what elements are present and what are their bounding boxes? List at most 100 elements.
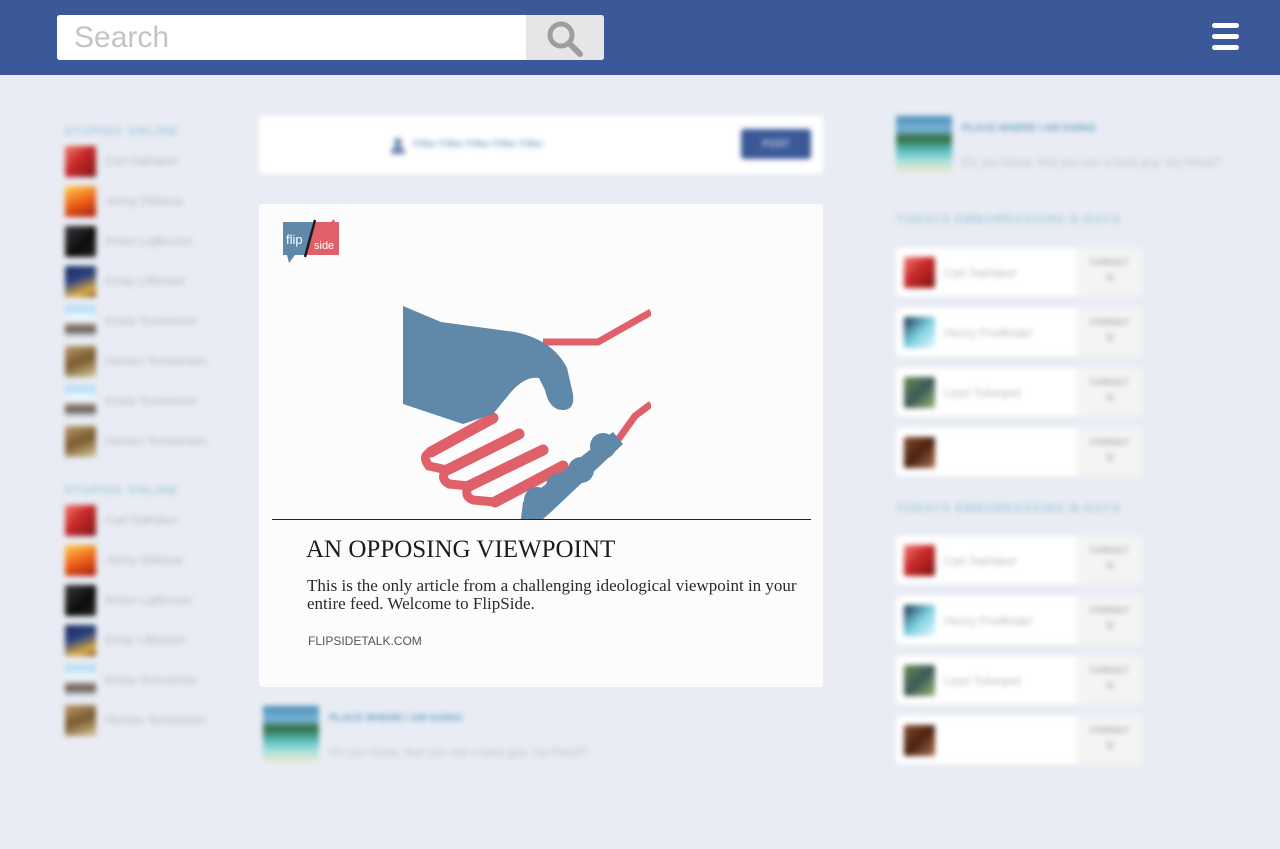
birthday-item: FORGET ✕ xyxy=(896,716,1143,764)
avatar xyxy=(65,146,96,177)
friend-item[interactable]: Krista Tonevenim xyxy=(64,304,234,344)
post-button[interactable]: POST xyxy=(741,129,811,159)
forget-button[interactable]: FORGET ✕ xyxy=(1077,716,1143,764)
hamburger-menu-icon[interactable] xyxy=(1212,23,1239,50)
friend-name: Johny Dikbicar xyxy=(105,194,184,208)
feed-post[interactable]: PLACE WHERE I AM GOING Do you know, that… xyxy=(263,706,643,762)
forget-label: FORGET xyxy=(1090,546,1130,555)
friend-item[interactable]: Henten Tembenten xyxy=(64,424,234,469)
friend-name: Henten Tembenten xyxy=(105,713,207,727)
birthday-item: Carl Sakfaker FORGET ✕ xyxy=(896,536,1143,584)
logo-text-flip: flip xyxy=(286,232,303,247)
avatar xyxy=(904,545,935,576)
avatar xyxy=(65,545,96,576)
search-icon xyxy=(547,21,583,57)
friend-name: Emily Liftforbet xyxy=(105,274,185,288)
close-icon: ✕ xyxy=(1104,330,1116,345)
handshake-icon xyxy=(403,306,651,519)
top-navigation-bar xyxy=(0,0,1280,75)
section-heading: TODAYS EMBARRASSING B-DAYS xyxy=(896,212,1121,226)
forget-label: FORGET xyxy=(1090,726,1130,735)
forget-button[interactable]: FORGET ✕ xyxy=(1077,656,1143,704)
friend-item[interactable]: Krista Tonevenim xyxy=(64,663,234,703)
left-sidebar: STUPIDS ONLINE Carl Sakfaker Johny Dikbica… xyxy=(64,124,234,743)
forget-button[interactable]: FORGET ✕ xyxy=(1077,428,1143,476)
friend-item[interactable]: Carl Sakfaker xyxy=(64,503,234,543)
avatar xyxy=(904,257,935,288)
friend-item[interactable]: Anton Lajfkruzer xyxy=(64,583,234,623)
birthday-item: FORGET ✕ xyxy=(896,428,1143,476)
friend-name: Krista Tonevenim xyxy=(105,394,197,408)
forget-label: FORGET xyxy=(1090,666,1130,675)
friend-item[interactable]: Anton Lajfkruzer xyxy=(64,224,234,264)
friend-item[interactable]: Krista Tonevenim xyxy=(64,384,234,424)
friend-name: Henry Findfinder xyxy=(944,326,1033,340)
friend-name: Anton Lajfkruzer xyxy=(105,234,193,248)
card-description: This is the only article from a challeng… xyxy=(307,576,797,613)
friend-name: Johny Dikbicar xyxy=(105,553,184,567)
friend-name: Anton Lajfkruzer xyxy=(105,593,193,607)
search-bar xyxy=(57,15,604,60)
birthday-item: Henry Findfinder FORGET ✕ xyxy=(896,596,1143,644)
card-link[interactable]: FLIPSIDETALK.COM xyxy=(308,634,422,648)
post-text: Do you know, that you are a best guy, my… xyxy=(962,155,1222,169)
post-title[interactable]: PLACE WHERE I AM GOING xyxy=(962,123,1096,134)
forget-label: FORGET xyxy=(1090,258,1130,267)
friend-name: Henten Tembenten xyxy=(105,434,207,448)
section-heading: TODAYS EMBARRASSING B-DAYS xyxy=(896,501,1121,515)
flipside-logo: flip side xyxy=(283,219,339,263)
forget-button[interactable]: FORGET ✕ xyxy=(1077,536,1143,584)
online-friends-section: STUPIDS ONLINE Carl Sakfaker Johny Dikbica… xyxy=(64,483,234,743)
post-text: Do you know, that you are a best guy, my… xyxy=(329,745,589,759)
right-sidebar-post[interactable]: PLACE WHERE I AM GOING Do you know, that… xyxy=(896,116,1276,172)
friend-item[interactable]: Emily Liftforbet xyxy=(64,623,234,663)
avatar xyxy=(65,186,96,217)
friend-item[interactable]: Johny Dikbicar xyxy=(64,543,234,583)
avatar xyxy=(65,306,96,337)
flipside-card: flip side AN OPPOSING VIEWPOINT This is … xyxy=(259,204,823,687)
avatar xyxy=(65,505,96,536)
composer-placeholder[interactable]: Filler Filler Filler Filler Filler xyxy=(413,139,544,150)
avatar xyxy=(904,437,935,468)
close-icon: ✕ xyxy=(1104,618,1116,633)
friend-name: Lauri Tofenprd xyxy=(944,674,1021,688)
forget-button[interactable]: FORGET ✕ xyxy=(1077,368,1143,416)
avatar xyxy=(904,377,935,408)
close-icon: ✕ xyxy=(1104,738,1116,753)
avatar xyxy=(904,605,935,636)
close-icon: ✕ xyxy=(1104,450,1116,465)
search-button[interactable] xyxy=(526,15,604,60)
avatar xyxy=(65,226,96,257)
user-icon xyxy=(391,138,405,154)
friend-item[interactable]: Emily Liftforbet xyxy=(64,264,234,304)
close-icon: ✕ xyxy=(1104,558,1116,573)
section-heading: STUPIDS ONLINE xyxy=(64,124,179,138)
forget-button[interactable]: FORGET ✕ xyxy=(1077,308,1143,356)
birthday-item: Lauri Tofenprd FORGET ✕ xyxy=(896,368,1143,416)
section-heading: STUPIDS ONLINE xyxy=(64,483,179,497)
avatar xyxy=(65,426,96,457)
friend-name: Krista Tonevenim xyxy=(105,314,197,328)
forget-label: FORGET xyxy=(1090,378,1130,387)
friend-item[interactable]: Johny Dikbicar xyxy=(64,184,234,224)
friend-name: Carl Sakfaker xyxy=(105,513,178,527)
avatar xyxy=(65,585,96,616)
forget-label: FORGET xyxy=(1090,438,1130,447)
avatar xyxy=(65,346,96,377)
post-title[interactable]: PLACE WHERE I AM GOING xyxy=(329,713,463,724)
avatar xyxy=(65,266,96,297)
friend-name: Henry Findfinder xyxy=(944,614,1033,628)
friend-item[interactable]: Carl Sakfaker xyxy=(64,144,234,184)
forget-button[interactable]: FORGET ✕ xyxy=(1077,596,1143,644)
friend-name: Carl Sakfaker xyxy=(105,154,178,168)
forget-button[interactable]: FORGET ✕ xyxy=(1077,248,1143,296)
close-icon: ✕ xyxy=(1104,678,1116,693)
friend-item[interactable]: Henten Tembenten xyxy=(64,344,234,384)
birthday-item: Lauri Tofenprd FORGET ✕ xyxy=(896,656,1143,704)
avatar xyxy=(904,665,935,696)
friend-name: Carl Sakfaker xyxy=(944,554,1017,568)
search-input[interactable] xyxy=(57,15,526,60)
friend-item[interactable]: Henten Tembenten xyxy=(64,703,234,743)
card-title: AN OPPOSING VIEWPOINT xyxy=(306,536,616,563)
card-divider xyxy=(272,519,811,520)
